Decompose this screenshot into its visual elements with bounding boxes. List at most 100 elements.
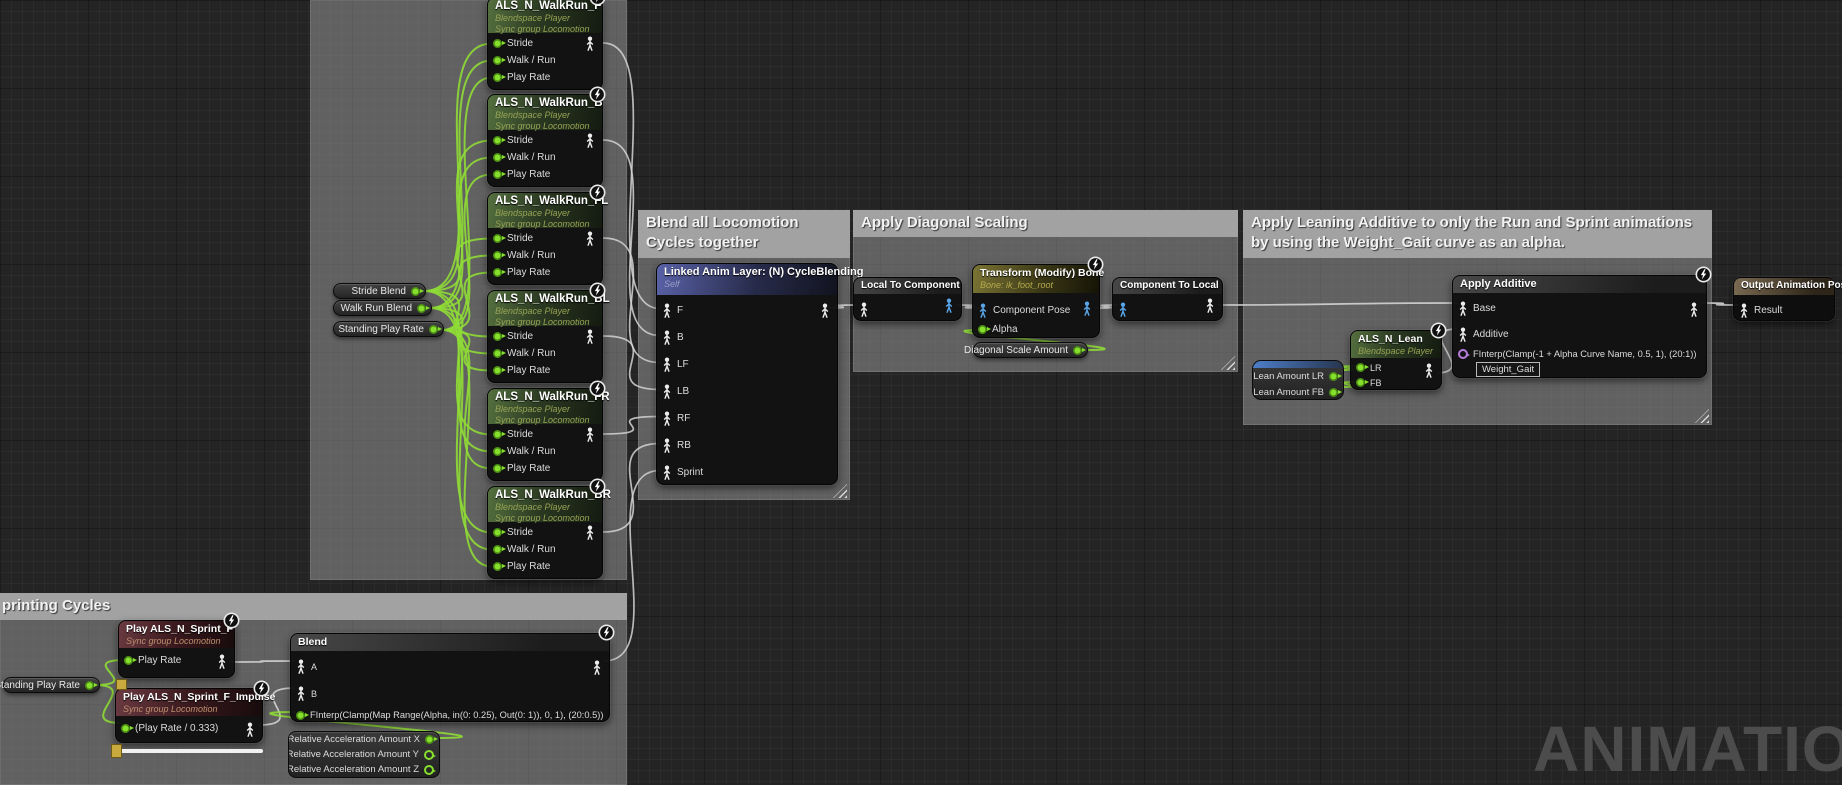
pose-output-pin[interactable] <box>1205 298 1215 313</box>
node-walkrun-b[interactable]: ALS_N_WalkRun_B Blendspace Player Sync g… <box>487 94 603 187</box>
pose-input-pin[interactable] <box>662 411 672 426</box>
node-output-animation-pose[interactable]: Output Animation Pose Result <box>1733 277 1835 321</box>
alpha-pin[interactable] <box>978 325 987 334</box>
lr-pin[interactable] <box>1356 363 1365 372</box>
output-pin[interactable] <box>424 765 434 775</box>
component-pose-input-pin[interactable] <box>978 303 988 318</box>
pill-standing-play-rate-bottom[interactable]: Standing Play Rate <box>3 677 100 693</box>
pin-label: Component Pose <box>993 305 1070 316</box>
pose-output-pin[interactable] <box>585 36 595 51</box>
fast-path-icon <box>1087 256 1104 273</box>
pose-b-input-pin[interactable] <box>296 686 306 701</box>
node-als-n-lean[interactable]: ALS_N_Lean Blendspace Player LR FB <box>1350 330 1442 390</box>
walkrun-pin[interactable] <box>493 349 502 358</box>
pose-output-pin[interactable] <box>585 133 595 148</box>
playrate-pin[interactable] <box>493 464 502 473</box>
node-linked-anim-layer[interactable]: Linked Anim Layer: (N) CycleBlending Sel… <box>656 263 838 485</box>
pose-output-pin[interactable] <box>1424 363 1434 378</box>
pose-a-input-pin[interactable] <box>296 659 306 674</box>
output-pin[interactable] <box>1329 372 1338 381</box>
node-subtitle: Blendspace Player <box>495 208 595 219</box>
walkrun-pin[interactable] <box>493 447 502 456</box>
output-pin[interactable] <box>1073 346 1082 355</box>
pose-output-pin[interactable] <box>1689 302 1699 317</box>
pill-diagonal-scale-amount[interactable]: Diagonal Scale Amount <box>973 342 1088 358</box>
pose-output-pin[interactable] <box>585 525 595 540</box>
node-local-to-component[interactable]: Local To Component <box>853 277 962 321</box>
playrate-pin[interactable] <box>121 724 130 733</box>
node-play-sprint-f[interactable]: Play ALS_N_Sprint_F Sync group Locomotio… <box>118 620 235 678</box>
playrate-pin[interactable] <box>493 73 502 82</box>
walkrun-pin[interactable] <box>493 153 502 162</box>
playrate-pin[interactable] <box>493 170 502 179</box>
component-pose-output-pin[interactable] <box>944 298 954 313</box>
walkrun-pin[interactable] <box>493 251 502 260</box>
node-subtitle: Self <box>664 279 830 290</box>
pose-output-pin[interactable] <box>820 303 830 318</box>
alpha-curve-pin[interactable] <box>1458 349 1468 359</box>
output-pin[interactable] <box>1329 388 1338 397</box>
pose-input-pin[interactable] <box>662 465 672 480</box>
node-walkrun-fl[interactable]: ALS_N_WalkRun_FL Blendspace Player Sync … <box>487 192 603 285</box>
pose-input-pin[interactable] <box>662 438 672 453</box>
walkrun-pin[interactable] <box>493 56 502 65</box>
node-walkrun-bl[interactable]: ALS_N_WalkRun_BL Blendspace Player Sync … <box>487 290 603 383</box>
playrate-pin[interactable] <box>493 268 502 277</box>
node-apply-additive[interactable]: Apply Additive Base Additive FInterp(Cla… <box>1452 275 1707 378</box>
stride-pin[interactable] <box>493 332 502 341</box>
additive-pose-input-pin[interactable] <box>1458 327 1468 342</box>
node-title: Component To Local <box>1120 280 1215 291</box>
alpha-pin[interactable] <box>296 711 305 720</box>
curve-name-field[interactable]: Weight_Gait <box>1476 362 1540 377</box>
output-pin[interactable] <box>424 750 434 760</box>
pill-standing-play-rate[interactable]: Standing Play Rate <box>333 321 444 337</box>
component-pose-input-pin[interactable] <box>1118 302 1128 317</box>
output-pin[interactable] <box>411 287 420 296</box>
node-walkrun-br[interactable]: ALS_N_WalkRun_BR Blendspace Player Sync … <box>487 486 603 579</box>
node-title: ALS_N_WalkRun_BR <box>495 489 595 502</box>
stride-pin[interactable] <box>493 234 502 243</box>
propbox-relative-acceleration[interactable]: Relative Acceleration Amount X Relative … <box>288 731 440 778</box>
node-walkrun-f[interactable]: ALS_N_WalkRun_F Blendspace Player Sync g… <box>487 0 603 90</box>
node-blend[interactable]: Blend A B FInterp(Clamp(Map Range(Alpha,… <box>290 633 610 722</box>
pose-output-pin[interactable] <box>217 654 227 669</box>
component-pose-output-pin[interactable] <box>1082 301 1092 316</box>
pose-input-pin[interactable] <box>662 357 672 372</box>
node-walkrun-fr[interactable]: ALS_N_WalkRun_FR Blendspace Player Sync … <box>487 388 603 481</box>
fast-path-icon <box>598 624 615 641</box>
node-component-to-local[interactable]: Component To Local <box>1112 277 1223 321</box>
pose-output-pin[interactable] <box>592 660 602 675</box>
output-pin[interactable] <box>417 304 426 313</box>
propbox-lean-amount[interactable]: Lean Amount LR Lean Amount FB <box>1252 360 1344 400</box>
pill-walk-run-blend[interactable]: Walk Run Blend <box>333 300 432 316</box>
fast-path-icon <box>589 0 606 6</box>
playrate-pin[interactable] <box>124 656 133 665</box>
anim-graph-canvas[interactable]: ANIMATION printing Cycles Blend all Loco… <box>0 0 1842 785</box>
stride-pin[interactable] <box>493 430 502 439</box>
stride-pin[interactable] <box>493 136 502 145</box>
pose-output-pin[interactable] <box>245 722 255 737</box>
result-pose-input-pin[interactable] <box>1739 303 1749 318</box>
stride-pin[interactable] <box>493 39 502 48</box>
node-transform-modify-bone[interactable]: Transform (Modify) Bone Bone: ik_foot_ro… <box>972 264 1100 338</box>
output-pin[interactable] <box>85 681 94 690</box>
pose-output-pin[interactable] <box>585 427 595 442</box>
playrate-pin[interactable] <box>493 562 502 571</box>
pill-stride-blend[interactable]: Stride Blend <box>333 283 426 299</box>
pose-input-pin[interactable] <box>859 302 869 317</box>
fb-pin[interactable] <box>1356 378 1365 387</box>
pose-input-pin[interactable] <box>662 384 672 399</box>
node-play-sprint-f-impulse[interactable]: Play ALS_N_Sprint_F_Impulse Sync group L… <box>115 688 263 743</box>
base-pose-input-pin[interactable] <box>1458 301 1468 316</box>
pin-label: Stride <box>507 135 533 146</box>
output-pin[interactable] <box>425 735 434 744</box>
pose-output-pin[interactable] <box>585 329 595 344</box>
output-pin[interactable] <box>429 325 438 334</box>
playrate-pin[interactable] <box>493 366 502 375</box>
pose-output-pin[interactable] <box>585 231 595 246</box>
pose-input-pin[interactable] <box>662 330 672 345</box>
walkrun-pin[interactable] <box>493 545 502 554</box>
pose-input-pin[interactable] <box>662 303 672 318</box>
stride-pin[interactable] <box>493 528 502 537</box>
pill-label: Standing Play Rate <box>0 680 80 691</box>
